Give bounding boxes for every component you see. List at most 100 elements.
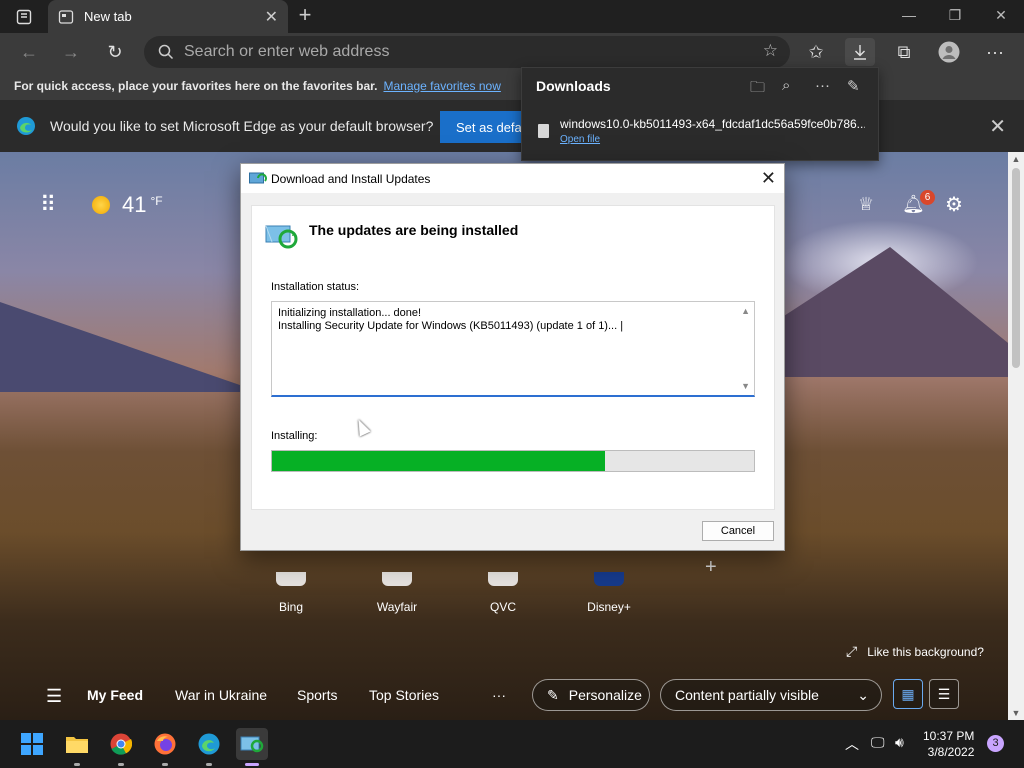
install-updates-icon bbox=[265, 225, 298, 249]
feed-tab-war-in-ukraine[interactable]: War in Ukraine bbox=[175, 687, 267, 703]
app-launcher-icon[interactable]: ⠿ bbox=[40, 192, 64, 218]
taskbar: ︿ 🖵︎ 🔊︎ 10:37 PM 3/8/2022 3 bbox=[0, 720, 1024, 768]
restore-button[interactable]: ❐ bbox=[932, 0, 978, 30]
hamburger-menu-icon[interactable]: ☰ bbox=[46, 686, 62, 707]
running-indicator bbox=[118, 763, 124, 766]
more-options-icon[interactable]: ··· bbox=[815, 77, 830, 94]
grid-layout-button[interactable]: ▦ bbox=[893, 679, 923, 709]
content-visibility-label: Content partially visible bbox=[675, 687, 819, 703]
network-icon[interactable]: 🖵︎ bbox=[871, 734, 885, 751]
list-layout-button[interactable]: ☰ bbox=[929, 679, 959, 709]
installation-status-log[interactable]: Initializing installation... done! Insta… bbox=[271, 301, 755, 397]
sunny-weather-icon bbox=[92, 196, 110, 214]
show-hidden-icons-chevron-icon[interactable]: ︿ bbox=[845, 734, 859, 754]
dialog-titlebar[interactable]: Download and Install Updates ✕ bbox=[241, 164, 784, 193]
open-file-link[interactable]: Open file bbox=[560, 134, 600, 145]
chevron-down-icon: ⌄ bbox=[857, 686, 869, 703]
install-updates-dialog: Download and Install Updates ✕ The updat… bbox=[240, 163, 785, 551]
cancel-button[interactable]: Cancel bbox=[702, 521, 774, 541]
installation-status-label: Installation status: bbox=[271, 281, 360, 293]
file-icon bbox=[538, 124, 549, 138]
personalize-button[interactable]: ✎ Personalize bbox=[532, 679, 650, 711]
system-clock[interactable]: 10:37 PM 3/8/2022 bbox=[923, 728, 974, 760]
content-visibility-dropdown[interactable]: Content partially visible ⌄ bbox=[660, 679, 882, 711]
new-tab-page-icon bbox=[58, 9, 74, 24]
progress-fill bbox=[272, 451, 605, 471]
feed-navigation: ☰ My Feed War in Ukraine Sports Top Stor… bbox=[0, 676, 1024, 716]
open-downloads-folder-icon[interactable]: 🗀 bbox=[750, 77, 765, 102]
close-window-button[interactable]: ✕ bbox=[978, 0, 1024, 30]
add-quick-link-button[interactable]: + bbox=[705, 556, 717, 579]
new-tab-button[interactable]: + bbox=[292, 3, 318, 29]
tab-actions-icon bbox=[16, 9, 32, 25]
pin-icon[interactable]: ✎ bbox=[847, 77, 860, 95]
grid-layout-icon: ▦ bbox=[901, 686, 915, 702]
favorites-bar-message: For quick access, place your favorites h… bbox=[14, 78, 378, 93]
tab-actions-button[interactable] bbox=[6, 4, 42, 30]
settings-menu-button[interactable]: ··· bbox=[980, 38, 1010, 66]
windows-start-icon bbox=[21, 733, 43, 755]
add-favorite-star-icon[interactable]: ☆ bbox=[763, 41, 778, 61]
status-line: Initializing installation... done! bbox=[278, 307, 422, 319]
scroll-down-arrow-icon[interactable]: ▼ bbox=[1008, 706, 1024, 720]
close-infobar-icon[interactable]: ✕ bbox=[989, 114, 1006, 139]
address-input[interactable] bbox=[184, 43, 724, 61]
bing-tile-icon bbox=[276, 572, 306, 586]
wayfair-tile-icon bbox=[382, 572, 412, 586]
personalize-label: Personalize bbox=[568, 687, 642, 703]
temperature-value[interactable]: 41 bbox=[122, 192, 146, 218]
downloads-button[interactable] bbox=[845, 38, 875, 66]
page-settings-gear-icon[interactable]: ⚙ bbox=[945, 192, 963, 217]
rewards-icon[interactable]: ♕ bbox=[858, 194, 874, 215]
dialog-close-icon[interactable]: ✕ bbox=[761, 168, 776, 189]
running-indicator bbox=[162, 763, 168, 766]
active-indicator bbox=[245, 763, 259, 766]
manage-favorites-link[interactable]: Manage favorites now bbox=[383, 79, 500, 93]
download-icon bbox=[854, 45, 866, 60]
downloads-title: Downloads bbox=[536, 78, 611, 94]
file-explorer-button[interactable] bbox=[61, 728, 93, 766]
profile-button[interactable] bbox=[934, 38, 964, 66]
back-button[interactable]: ← bbox=[14, 38, 44, 66]
quick-link-qvc[interactable]: QVC bbox=[473, 572, 533, 614]
feed-tab-my-feed[interactable]: My Feed bbox=[87, 687, 143, 703]
forward-button[interactable]: → bbox=[56, 38, 86, 66]
background-mountain-left bbox=[0, 302, 260, 392]
address-bar[interactable]: ☆ bbox=[144, 36, 790, 68]
refresh-button[interactable]: ↻ bbox=[100, 38, 130, 66]
infobar-message: Would you like to set Microsoft Edge as … bbox=[50, 118, 434, 134]
feed-tab-sports[interactable]: Sports bbox=[297, 687, 337, 703]
tab-new-tab[interactable]: New tab ✕ bbox=[48, 0, 288, 33]
quick-link-bing[interactable]: Bing bbox=[261, 572, 321, 614]
quick-link-wayfair[interactable]: Wayfair bbox=[367, 572, 427, 614]
running-indicator bbox=[74, 763, 80, 766]
scrollbar-thumb[interactable] bbox=[1012, 168, 1020, 368]
edge-logo-icon bbox=[17, 117, 35, 135]
scroll-down-icon[interactable]: ▼ bbox=[741, 381, 750, 391]
like-background-link[interactable]: ⤢ Like this background? bbox=[846, 643, 984, 660]
feed-tab-top-stories[interactable]: Top Stories bbox=[369, 687, 439, 703]
page-scrollbar[interactable]: ▲ ▼ bbox=[1008, 152, 1024, 720]
folder-icon bbox=[66, 737, 88, 753]
firefox-button[interactable] bbox=[149, 728, 181, 766]
scroll-up-icon[interactable]: ▲ bbox=[741, 306, 750, 316]
feed-more-button[interactable]: ··· bbox=[492, 687, 506, 703]
windows-update-taskbar-button[interactable] bbox=[236, 728, 268, 766]
edge-button[interactable] bbox=[193, 728, 225, 766]
install-progress-bar bbox=[271, 450, 755, 472]
collections-button[interactable]: ⧉ bbox=[889, 38, 919, 66]
volume-icon[interactable]: 🔊︎ bbox=[895, 734, 904, 751]
favorites-button[interactable]: ✩ bbox=[801, 38, 831, 66]
scroll-up-arrow-icon[interactable]: ▲ bbox=[1008, 152, 1024, 166]
pencil-icon: ✎ bbox=[547, 686, 559, 703]
tab-strip: New tab ✕ + — ❐ ✕ bbox=[0, 0, 1024, 33]
running-indicator bbox=[206, 763, 212, 766]
notification-center-badge[interactable]: 3 bbox=[987, 735, 1004, 752]
search-downloads-icon[interactable]: ⌕ bbox=[782, 77, 790, 94]
download-file-name[interactable]: windows10.0-kb5011493-x64_fdcdaf1dc56a59… bbox=[560, 117, 865, 131]
chrome-button[interactable] bbox=[105, 728, 137, 766]
minimize-button[interactable]: — bbox=[886, 0, 932, 30]
quick-link-disney[interactable]: Disney+ bbox=[579, 572, 639, 614]
close-tab-icon[interactable]: ✕ bbox=[265, 7, 278, 27]
start-button[interactable] bbox=[16, 728, 48, 760]
